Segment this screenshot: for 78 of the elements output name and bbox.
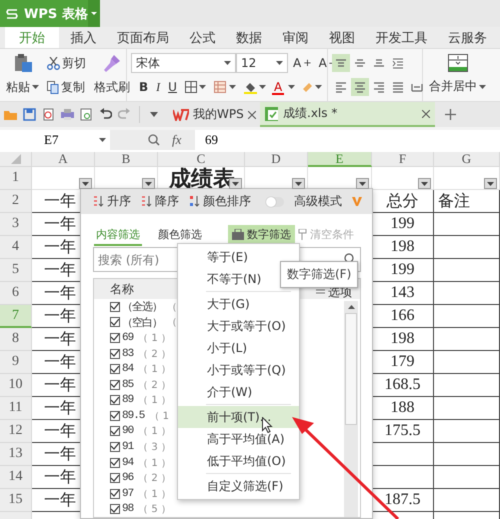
row-header[interactable]: 6 <box>0 282 32 305</box>
filter-list-item[interactable]: 84 （ 1 ） <box>110 361 171 377</box>
ribbon-tab[interactable]: 公式 <box>180 27 224 48</box>
name-box[interactable]: E7 <box>0 130 110 150</box>
number-filter-button[interactable]: 数字筛选 <box>228 225 295 244</box>
underline-button[interactable]: U <box>166 79 179 95</box>
filter-list-item[interactable]: 97 （ 1 ） <box>110 486 171 502</box>
cut-button[interactable]: 剪切 <box>45 54 88 72</box>
ribbon-tab[interactable]: 开发工具 <box>366 27 436 48</box>
row-header[interactable]: 15 <box>0 489 32 512</box>
filter-list-item[interactable]: （全选） （ <box>110 299 177 315</box>
ribbon-tab[interactable]: 审阅 <box>274 27 318 48</box>
filter-list-item[interactable]: 89.5 （ 1 <box>110 408 169 424</box>
document-tab[interactable]: 成绩.xls * <box>260 102 435 127</box>
menu-item[interactable]: 小于或等于(Q) <box>178 359 299 381</box>
row-header[interactable]: 4 <box>0 236 32 259</box>
format-painter-button[interactable]: 格式刷 <box>92 78 132 97</box>
column-header[interactable]: B <box>95 152 158 167</box>
filter-list-item[interactable]: （空白） （ <box>110 314 177 330</box>
table-cell: 备注 <box>434 190 500 213</box>
filter-list-item[interactable]: 89 （ 1 ） <box>110 392 171 408</box>
row-header[interactable]: 3 <box>0 213 32 236</box>
row-header[interactable]: 14 <box>0 466 32 489</box>
filter-list-item[interactable]: 91 （ 3 ） <box>110 439 171 455</box>
formula-field[interactable]: 69 <box>195 130 500 150</box>
copy-button[interactable]: 复制 <box>45 78 87 96</box>
sort-button[interactable]: 降序 <box>141 193 179 210</box>
font-name-field[interactable]: 宋体 <box>131 53 236 73</box>
function-button[interactable]: fx <box>172 132 182 148</box>
filter-list-item[interactable]: 96 （ 2 ） <box>110 470 171 486</box>
row-header[interactable]: 1 <box>0 167 32 190</box>
ribbon-tab[interactable]: 插入 <box>62 27 106 48</box>
bold-button[interactable]: B <box>137 79 150 95</box>
filter-list-item[interactable]: 90 （ 1 ） <box>110 424 171 440</box>
column-header[interactable]: D <box>245 152 308 167</box>
sort-button[interactable]: 颜色排序 <box>189 193 251 210</box>
menu-item[interactable]: 小于(L) <box>178 337 299 359</box>
ribbon-tab[interactable]: 开始 <box>5 27 59 48</box>
column-header[interactable]: F <box>372 152 434 167</box>
filter-list-item[interactable]: 98 （ 5 ） <box>110 502 171 518</box>
menu-item[interactable]: 大于或等于(O) <box>178 315 299 337</box>
row-header[interactable]: 8 <box>0 328 32 351</box>
row-header[interactable]: 13 <box>0 443 32 466</box>
ribbon-tab[interactable]: 页面布局 <box>108 27 178 48</box>
ribbon-tab[interactable]: 数据 <box>227 27 271 48</box>
row-header[interactable]: 12 <box>0 420 32 443</box>
column-header[interactable]: G <box>434 152 500 167</box>
row-header[interactable]: 9 <box>0 351 32 374</box>
ribbon-tab[interactable]: 视图 <box>320 27 364 48</box>
filter-list-item[interactable]: 83 （ 2 ） <box>110 346 171 362</box>
row-header[interactable]: 2 <box>0 190 32 213</box>
row-header[interactable]: 11 <box>0 397 32 420</box>
paste-button[interactable]: 粘贴 <box>4 78 41 97</box>
font-color-button[interactable]: A <box>272 80 284 94</box>
column-label: 名称 <box>110 280 134 298</box>
menu-item[interactable]: 介于(W) <box>178 381 299 403</box>
menu-item[interactable]: 前十项(T)... <box>178 406 299 428</box>
italic-button[interactable]: I <box>154 78 162 96</box>
filter-tab[interactable]: 颜色筛选 <box>156 225 204 246</box>
filter-list-item[interactable]: 69 （ 1 ） <box>110 330 171 346</box>
row-header[interactable]: 10 <box>0 374 32 397</box>
filter-list-item[interactable]: 85 （ 2 ） <box>110 376 171 392</box>
font-size-field[interactable]: 12 <box>236 53 288 73</box>
filter-list-item[interactable]: 94 （ 1 ） <box>110 454 171 470</box>
toggle-label: 高级模式 <box>294 193 342 210</box>
ribbon-tab[interactable]: 云服务 <box>439 27 496 48</box>
menu-item[interactable]: 大于(G) <box>178 293 299 315</box>
menu-item[interactable]: 高于平均值(A) <box>178 428 299 450</box>
sort-button[interactable]: 升序 <box>93 193 131 210</box>
column-header[interactable]: A <box>32 152 95 167</box>
menu-item[interactable]: 自定义筛选(F) <box>178 475 299 497</box>
menu-item[interactable]: 等于(E) <box>178 246 299 268</box>
tooltip-label: 数字筛选(F) <box>287 267 352 281</box>
row-header[interactable]: 5 <box>0 259 32 282</box>
document-tab[interactable]: 我的WPS <box>168 102 260 127</box>
menu-item[interactable]: 低于平均值(O) <box>178 450 299 472</box>
merge-center-button[interactable]: 合并居中 <box>427 77 488 96</box>
column-header[interactable]: C <box>158 152 245 167</box>
